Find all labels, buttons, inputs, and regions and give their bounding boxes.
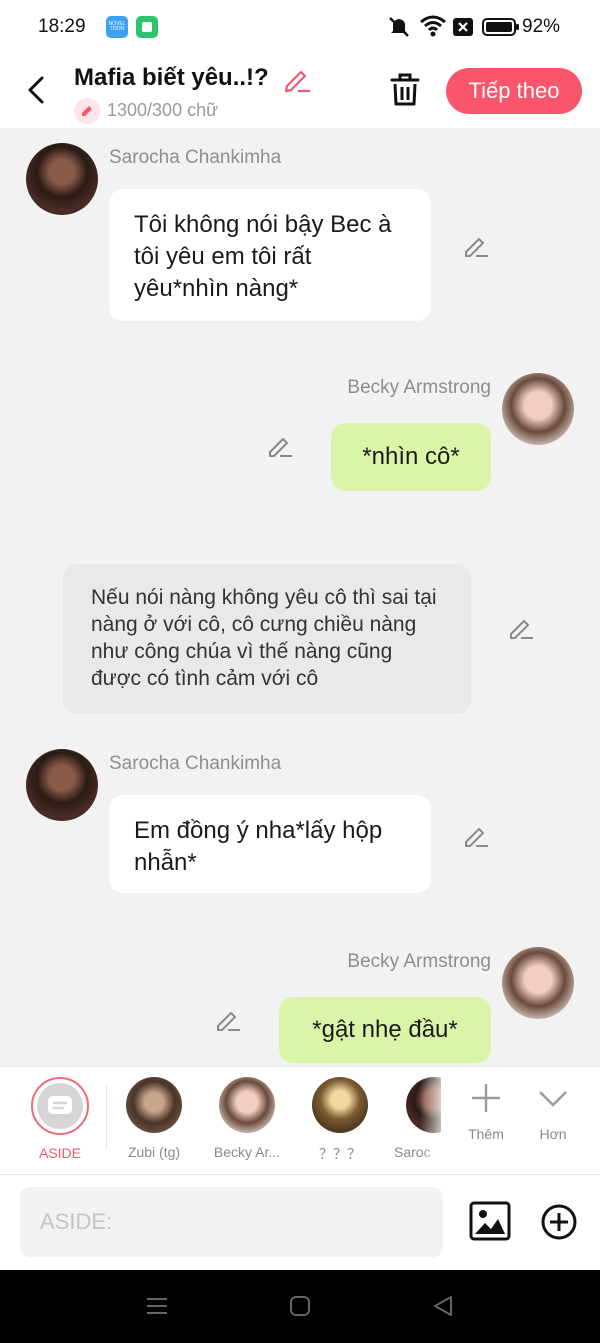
- character-avatar: [126, 1077, 182, 1133]
- edit-message-icon[interactable]: [215, 1007, 241, 1033]
- character-avatar: [312, 1077, 368, 1133]
- image-icon[interactable]: [469, 1201, 511, 1241]
- speaker-name: Sarocha Chankimha: [109, 147, 282, 168]
- speaker-name: Becky Armstrong: [347, 951, 491, 972]
- chevron-down-icon: [539, 1091, 567, 1107]
- menu-icon[interactable]: [145, 1294, 169, 1318]
- message-bubble-4[interactable]: Em đồng ý nha*lấy hộp nhẫn*: [109, 795, 431, 893]
- edit-message-icon[interactable]: [463, 823, 489, 849]
- character-aside[interactable]: ASIDE: [20, 1077, 100, 1161]
- mute-icon: [389, 17, 409, 37]
- avatar-sarocha[interactable]: [26, 143, 98, 215]
- plus-icon: [472, 1084, 500, 1112]
- next-button[interactable]: Tiếp theo: [446, 68, 582, 114]
- message-bubble-1[interactable]: Tôi không nói bậy Bec à tôi yêu em tôi r…: [109, 189, 431, 321]
- character-becky[interactable]: Becky Ar...: [207, 1077, 287, 1160]
- aside-avatar: [31, 1077, 89, 1135]
- pencil-icon: [82, 106, 92, 116]
- edit-message-icon[interactable]: [508, 615, 534, 641]
- input-bar: [0, 1174, 600, 1270]
- home-icon[interactable]: [288, 1294, 312, 1318]
- avatar-becky[interactable]: [502, 947, 574, 1019]
- character-selector: ASIDE Zubi (tg) Becky Ar... ？？？ Saroc Th…: [0, 1066, 600, 1175]
- chat-bubble-icon: [48, 1096, 72, 1114]
- add-label: Thêm: [468, 1126, 504, 1142]
- message-input[interactable]: [20, 1187, 443, 1257]
- chat-header: Mafia biết yêu..!? 1300/300 chữ Tiếp the…: [0, 56, 600, 128]
- character-label: Becky Ar...: [213, 1144, 281, 1160]
- more-label: Hơn: [539, 1126, 567, 1142]
- novel-app-icon: NOVEL TOON: [106, 16, 128, 38]
- status-time: 18:29: [38, 16, 86, 37]
- back-icon[interactable]: [22, 72, 54, 108]
- system-nav-bar: [0, 1270, 600, 1343]
- character-avatar: [219, 1077, 275, 1133]
- battery-icon: [482, 18, 519, 36]
- character-label: ？？？: [319, 1146, 361, 1162]
- add-character-button[interactable]: Thêm: [454, 1081, 518, 1142]
- divider: [106, 1085, 107, 1149]
- message-bubble-5[interactable]: *gật nhẹ đầu*: [279, 997, 491, 1063]
- edit-title-icon[interactable]: [282, 64, 312, 94]
- add-circle-icon[interactable]: [540, 1203, 578, 1241]
- pencil-badge: [74, 98, 100, 124]
- shield-app-icon: [136, 16, 158, 38]
- page-title[interactable]: Mafia biết yêu..!?: [74, 64, 269, 92]
- novel-badge-text: NOVEL TOON: [108, 21, 126, 32]
- character-label: ASIDE: [38, 1145, 81, 1161]
- wifi-icon: [420, 15, 446, 37]
- character-unknown[interactable]: ？？？: [300, 1077, 380, 1164]
- back-nav-icon[interactable]: [431, 1294, 455, 1318]
- battery-percent: 92%: [522, 16, 561, 37]
- speaker-name: Becky Armstrong: [347, 377, 491, 398]
- edit-message-icon[interactable]: [463, 233, 489, 259]
- aside-bubble[interactable]: Nếu nói nàng không yêu cô thì sai tại nà…: [63, 564, 471, 714]
- avatar-becky[interactable]: [502, 373, 574, 445]
- speaker-name: Sarocha Chankimha: [109, 753, 282, 774]
- character-label: Zubi (tg): [127, 1144, 181, 1160]
- character-zubi[interactable]: Zubi (tg): [114, 1077, 194, 1160]
- sim-off-icon: [453, 18, 473, 36]
- word-count: 1300/300 chữ: [107, 100, 219, 120]
- status-bar: 18:29 NOVEL TOON 92%: [0, 0, 600, 56]
- trash-icon[interactable]: [386, 70, 424, 110]
- edit-message-icon[interactable]: [267, 433, 293, 459]
- message-bubble-2[interactable]: *nhìn cô*: [331, 423, 491, 491]
- avatar-sarocha[interactable]: [26, 749, 98, 821]
- more-button[interactable]: Hơn: [521, 1081, 585, 1142]
